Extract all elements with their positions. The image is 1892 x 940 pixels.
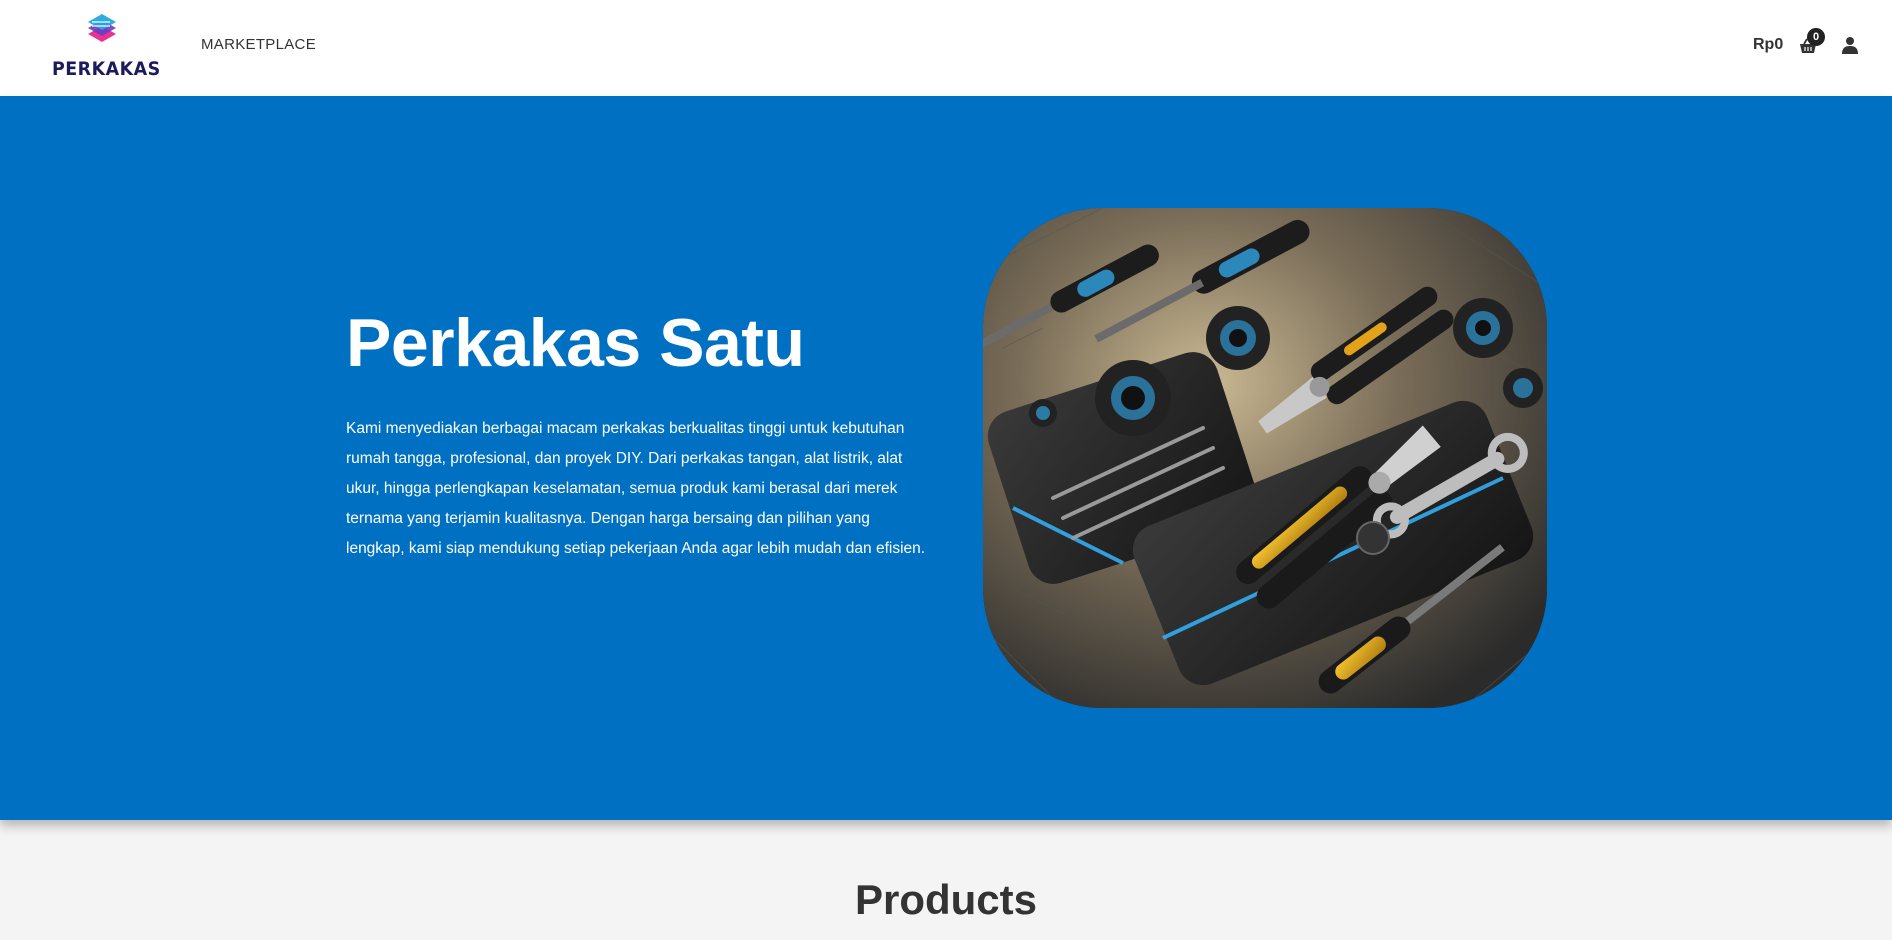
products-heading: Products bbox=[854, 876, 1038, 923]
user-icon[interactable] bbox=[1841, 36, 1859, 54]
tools-illustration bbox=[983, 208, 1547, 708]
hero-description: Kami menyediakan berbagai macam perkakas… bbox=[346, 420, 926, 557]
top-navbar: PERKAKAS MARKETPLACE Rp0 0 bbox=[0, 0, 1892, 96]
brand-name: PERKAKAS bbox=[52, 58, 161, 80]
nav-link-marketplace[interactable]: MARKETPLACE bbox=[201, 36, 316, 53]
hero-section: Perkakas Satu Kami menyediakan berbagai … bbox=[0, 96, 1892, 820]
cart-total[interactable]: Rp0 bbox=[1753, 36, 1783, 54]
tools-hero-image bbox=[983, 208, 1547, 708]
hero-title: Perkakas Satu bbox=[346, 305, 805, 381]
layered-logo-icon bbox=[88, 14, 116, 42]
cart-count-badge: 0 bbox=[1807, 28, 1825, 46]
brand-home-link[interactable]: PERKAKAS bbox=[50, 8, 160, 84]
